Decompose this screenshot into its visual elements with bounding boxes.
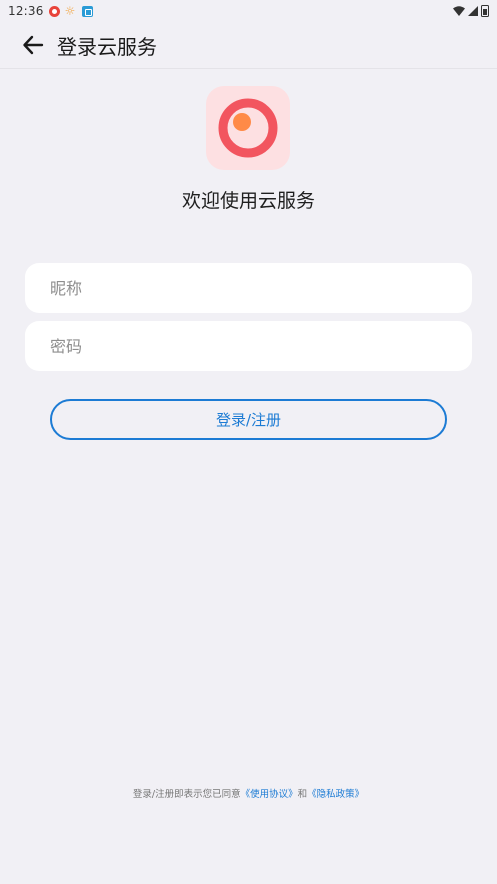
status-right: [453, 5, 489, 17]
app-bar: 登录云服务: [0, 22, 497, 69]
status-left: 12:36 ☼: [8, 4, 93, 18]
battery-icon: [481, 5, 489, 17]
status-bar: 12:36 ☼: [0, 0, 497, 22]
nickname-field[interactable]: [25, 263, 472, 313]
login-register-button[interactable]: 登录/注册: [50, 399, 447, 440]
arrow-left-icon: [23, 35, 44, 55]
page-title: 登录云服务: [57, 34, 157, 59]
agreement-prefix: 登录/注册即表示您已同意: [132, 789, 241, 800]
cellular-signal-icon: [468, 6, 478, 16]
app-notification-icon: [48, 5, 60, 17]
password-input[interactable]: [50, 336, 472, 356]
status-time: 12:36: [8, 4, 44, 18]
app-logo: [206, 86, 290, 170]
weather-sun-icon: ☼: [64, 4, 76, 18]
nickname-input[interactable]: [50, 278, 472, 298]
app-chat-icon: [81, 5, 93, 17]
password-field[interactable]: [25, 321, 472, 371]
terms-link[interactable]: 《使用协议》: [241, 789, 298, 800]
cloud-service-logo-icon: [218, 98, 278, 158]
back-button[interactable]: [9, 22, 57, 69]
agreement-footer: 登录/注册即表示您已同意《使用协议》和《隐私政策》: [0, 786, 497, 800]
welcome-text: 欢迎使用云服务: [181, 190, 315, 212]
agreement-conjunction: 和: [297, 789, 308, 800]
wifi-icon: [453, 6, 465, 16]
privacy-link[interactable]: 《隐私政策》: [307, 789, 364, 800]
